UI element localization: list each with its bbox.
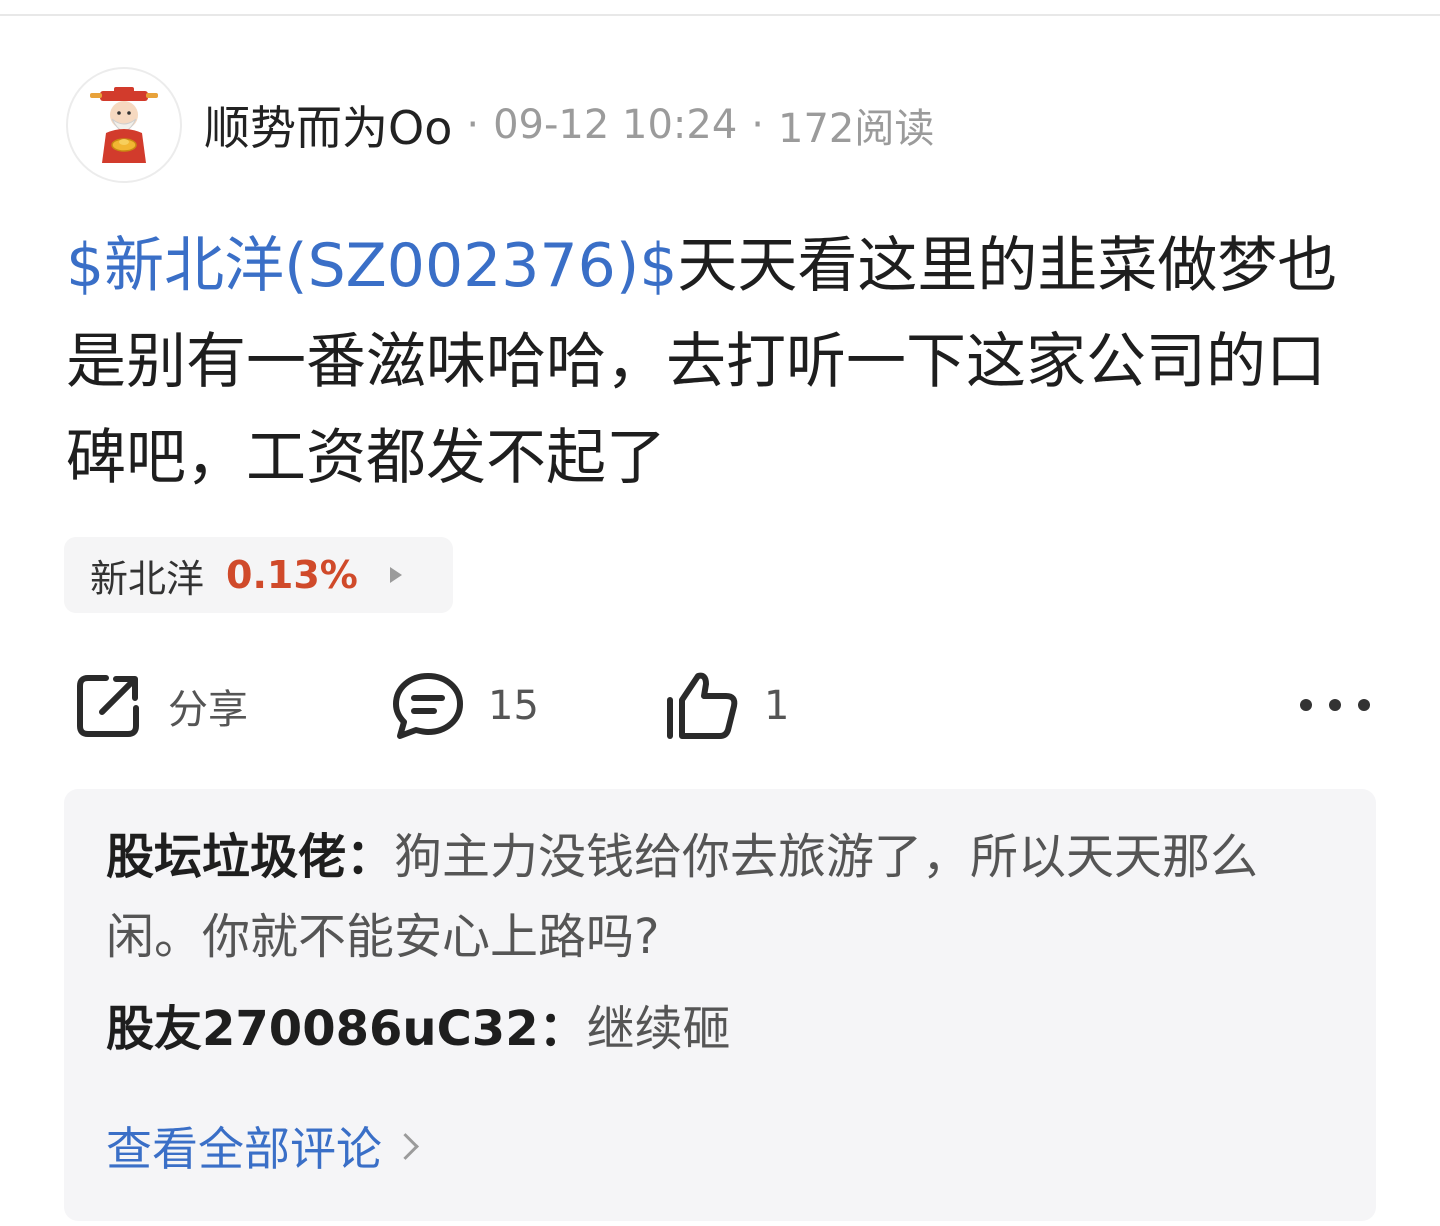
thumbs-up-icon — [667, 672, 738, 739]
top-divider — [0, 14, 1440, 16]
meta-separator: · — [466, 102, 480, 148]
comment-text: 继续砸 — [586, 1001, 731, 1057]
post-date: 09-12 10:24 — [493, 102, 738, 148]
comment-item[interactable]: 股坛垃圾佬：狗主力没钱给你去旅游了，所以天天那么闲。你就不能安心上路吗? — [106, 817, 1334, 977]
comment-icon — [393, 673, 463, 739]
chevron-right-icon — [389, 567, 402, 583]
stock-link[interactable]: $新北洋(SZ002376)$ — [66, 231, 677, 301]
share-button[interactable]: 分享 — [72, 668, 248, 744]
stock-name: 新北洋 — [90, 556, 205, 601]
chevron-right-icon — [392, 1132, 419, 1160]
meta-separator: · — [751, 102, 765, 148]
post-header: 顺势而为Oo · 09-12 10:24 · 172阅读 — [66, 66, 934, 184]
read-count: 172阅读 — [778, 106, 935, 152]
comment-author[interactable]: 股坛垃圾佬： — [106, 829, 394, 885]
fortune-god-avatar-icon — [90, 87, 158, 163]
stock-quote-chip[interactable]: 新北洋 0.13% — [64, 537, 453, 613]
like-count: 1 — [764, 683, 790, 729]
more-icon — [1300, 699, 1312, 711]
comments-preview: 股坛垃圾佬：狗主力没钱给你去旅游了，所以天天那么闲。你就不能安心上路吗? 股友2… — [64, 789, 1376, 1221]
more-icon-dot — [1358, 699, 1370, 711]
comment-author[interactable]: 股友270086uC32： — [106, 1001, 587, 1057]
share-icon — [77, 675, 139, 737]
share-label: 分享 — [168, 687, 248, 733]
comment-button[interactable]: 15 — [392, 668, 539, 744]
more-button[interactable] — [1300, 690, 1370, 720]
post-content: $新北洋(SZ002376)$天天看这里的韭菜做梦也是别有一番滋味哈哈，去打听一… — [66, 218, 1366, 506]
like-button[interactable]: 1 — [664, 668, 789, 744]
user-avatar[interactable] — [66, 67, 182, 183]
view-all-label: 查看全部评论 — [106, 1122, 382, 1176]
author-name[interactable]: 顺势而为Oo — [204, 92, 452, 158]
comment-item[interactable]: 股友270086uC32：继续砸 — [106, 989, 1334, 1069]
comment-count: 15 — [488, 683, 539, 729]
view-all-comments-link[interactable]: 查看全部评论 — [106, 1113, 419, 1179]
more-icon-dot — [1329, 699, 1341, 711]
stock-change: 0.13% — [226, 553, 358, 597]
